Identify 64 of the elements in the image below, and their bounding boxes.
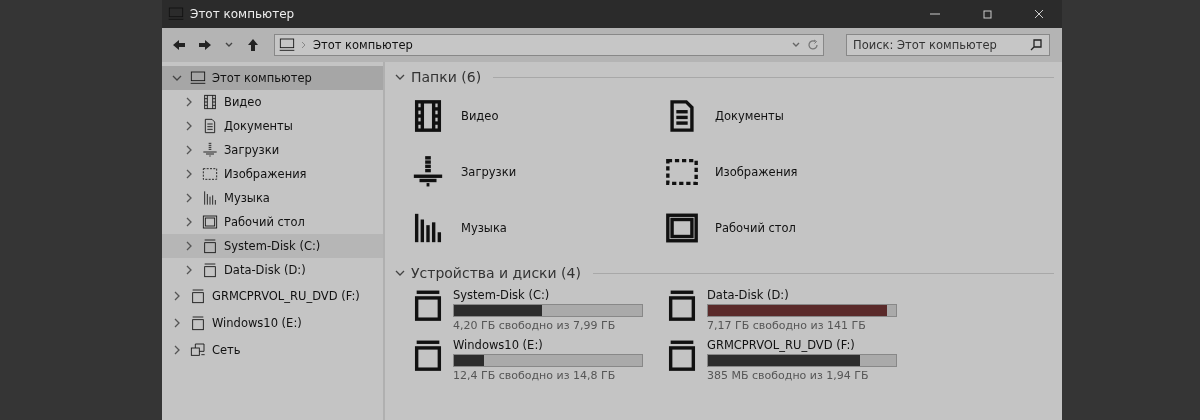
tree-item-label: Data-Disk (D:): [224, 263, 306, 277]
section-header: Устройства и диски (4): [411, 265, 581, 281]
tree-item[interactable]: Видео: [162, 90, 383, 114]
tree-item-label: System-Disk (C:): [224, 239, 321, 253]
desktop-icon: [665, 211, 699, 245]
computer-icon: [168, 6, 184, 22]
folder-label[interactable]: Рабочий стол: [715, 221, 796, 235]
tree-item[interactable]: Загрузки: [162, 138, 383, 162]
tree-item-label: Windows10 (E:): [212, 315, 302, 330]
free-space-text: 385 МБ свободно из 1,94 ГБ: [707, 369, 870, 382]
tree-item[interactable]: Документы: [162, 114, 383, 138]
tree-item-label: Этот компьютер: [212, 71, 312, 85]
drive-icon: [190, 287, 206, 304]
drive-label[interactable]: System-Disk (C:): [453, 288, 643, 302]
drive-label[interactable]: GRMCPRVOL_RU_DVD (F:): [707, 338, 897, 352]
folder-label[interactable]: Загрузки: [461, 165, 517, 179]
pictures-icon: [202, 166, 218, 182]
refresh-icon[interactable]: [807, 39, 819, 51]
tree-item-label: Рабочий стол: [224, 215, 305, 229]
tree-item[interactable]: Музыка: [162, 186, 383, 210]
tree-item[interactable]: Изображения: [162, 162, 383, 186]
downloads-icon: [202, 142, 218, 158]
tree-item[interactable]: Сеть: [162, 336, 383, 363]
maximize-icon: [982, 9, 992, 19]
free-space-text: 7,17 ГБ свободно из 141 ГБ: [707, 319, 867, 332]
tree-item-label: Загрузки: [224, 143, 280, 157]
free-space-text: 12,4 ГБ свободно из 14,8 ГБ: [453, 369, 617, 382]
folder-label[interactable]: Документы: [715, 109, 784, 123]
folder-label[interactable]: Музыка: [461, 221, 507, 235]
window-title: Этот компьютер: [190, 7, 296, 21]
desktop-icon: [202, 214, 218, 230]
tree-item-label: Изображения: [224, 167, 307, 181]
tree-item[interactable]: Этот компьютер: [162, 66, 383, 90]
drive-icon: [190, 314, 206, 331]
computer-icon: [279, 37, 295, 53]
drive-icon: [202, 238, 218, 254]
tree-item-label: Видео: [224, 95, 262, 109]
free-space-text: 4,20 ГБ свободно из 7,99 ГБ: [453, 319, 617, 332]
search-field[interactable]: Поиск: Этот компьютер: [846, 34, 1050, 56]
downloads-icon: [411, 155, 445, 189]
computer-icon: [190, 70, 206, 86]
drive-label[interactable]: Windows10 (E:): [453, 338, 643, 352]
breadcrumb-chevron-icon: [301, 41, 307, 49]
folder-label[interactable]: Видео: [461, 109, 499, 123]
tree-item-label: Музыка: [224, 191, 270, 205]
tree-item[interactable]: GRMCPRVOL_RU_DVD (F:): [162, 282, 383, 309]
tree-item-label: Документы: [224, 119, 293, 133]
tree-item-label: GRMCPRVOL_RU_DVD (F:): [212, 288, 360, 303]
close-icon: [1034, 9, 1044, 19]
music-icon: [202, 190, 218, 206]
tree-item[interactable]: System-Disk (C:): [162, 234, 383, 258]
tree-item[interactable]: Windows10 (E:): [162, 309, 383, 336]
documents-icon: [202, 118, 218, 134]
network-icon: [190, 341, 206, 358]
tree-item-label: Сеть: [212, 342, 241, 357]
folder-label[interactable]: Изображения: [715, 165, 798, 179]
section-header: Папки (6): [411, 69, 482, 85]
tree-item[interactable]: Рабочий стол: [162, 210, 383, 234]
address-bar[interactable]: Этот компьютер: [274, 34, 824, 56]
drive-icon: [202, 262, 218, 278]
search-icon: [1029, 38, 1043, 52]
drive-label[interactable]: Data-Disk (D:): [707, 288, 897, 302]
video-icon: [202, 94, 218, 110]
tree-item[interactable]: Data-Disk (D:): [162, 258, 383, 282]
